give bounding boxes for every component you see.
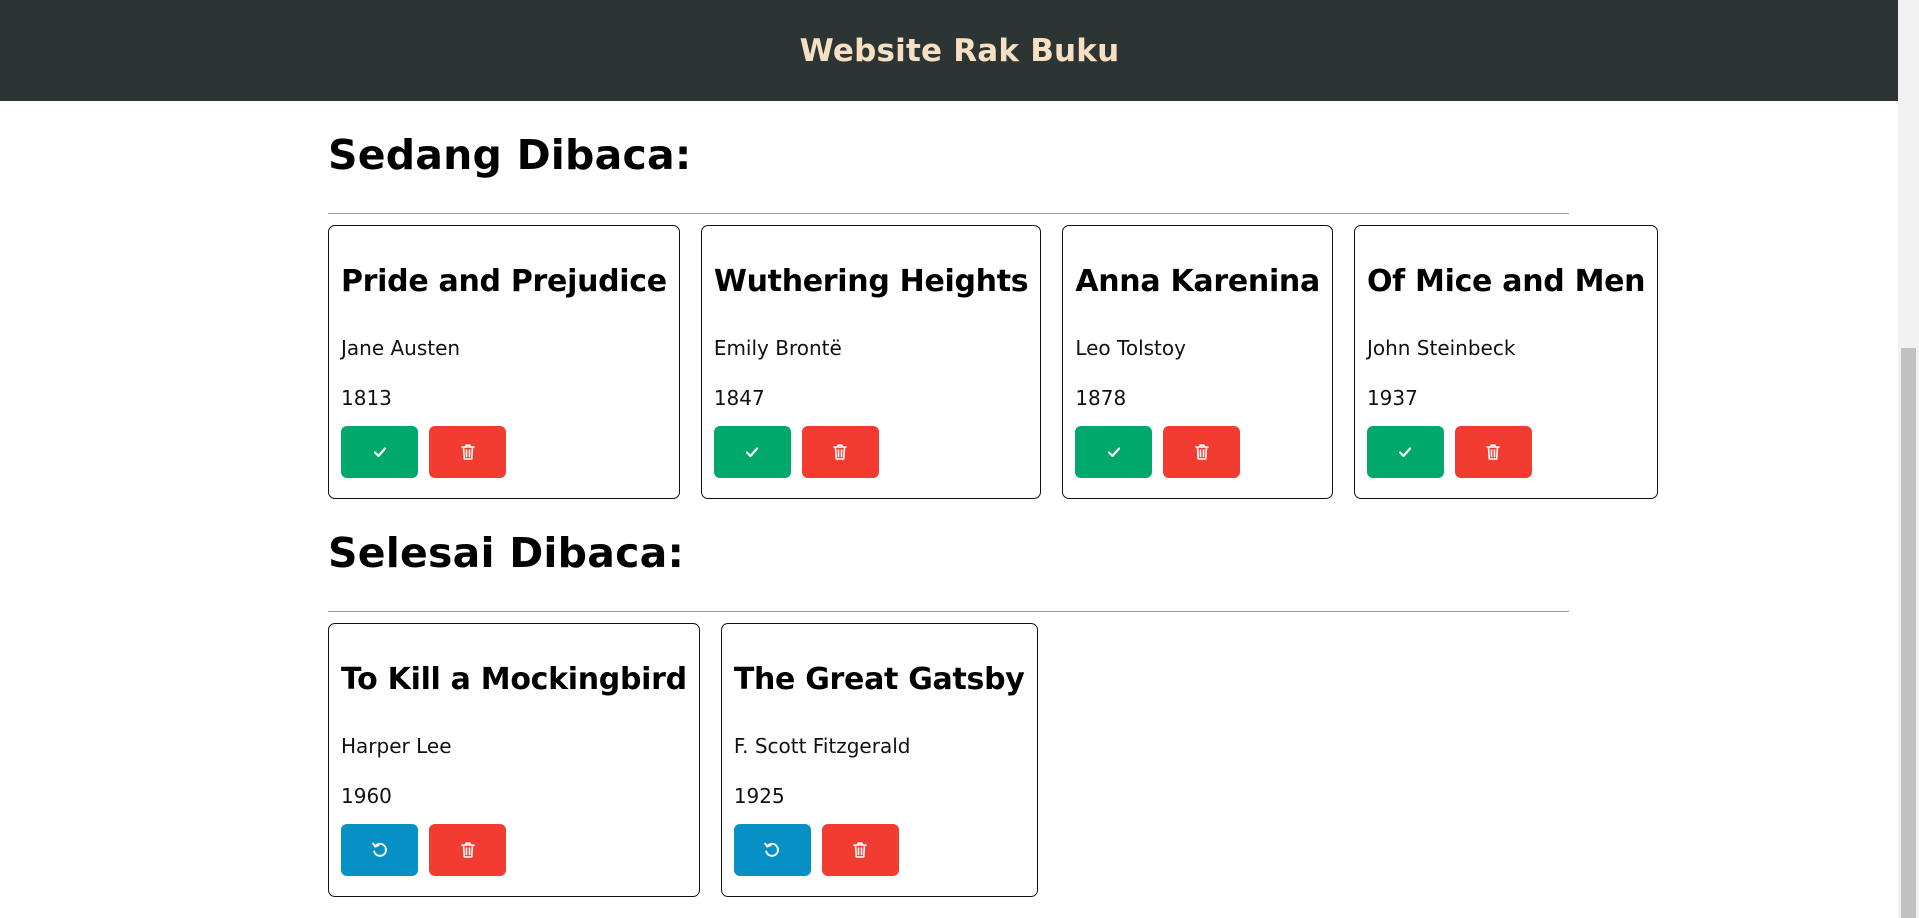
book-year: 1960 bbox=[341, 784, 392, 808]
book-title: Pride and Prejudice bbox=[341, 264, 667, 299]
book-year: 1813 bbox=[341, 386, 392, 410]
book-year: 1925 bbox=[733, 784, 785, 808]
mark-finished-button[interactable] bbox=[341, 426, 418, 478]
book-title: To Kill a Mockingbird bbox=[341, 662, 687, 697]
book-year: 1937 bbox=[1366, 386, 1418, 410]
finished-section: Selesai Dibaca: To Kill a Mockingbird Ha… bbox=[328, 499, 1569, 897]
reading-section: Sedang Dibaca: Pride and Prejudice Jane … bbox=[328, 101, 1659, 499]
book-title: Wuthering Heights bbox=[713, 264, 1029, 299]
check-icon bbox=[1399, 447, 1412, 458]
book-author: Emily Brontë bbox=[713, 336, 842, 360]
finished-shelf: To Kill a Mockingbird Harper Lee 1960 Th… bbox=[328, 623, 1569, 897]
check-icon bbox=[373, 447, 386, 458]
trash-icon bbox=[1486, 444, 1501, 460]
trash-icon bbox=[833, 444, 848, 460]
book-card: Of Mice and Men John Steinbeck 1937 bbox=[1353, 225, 1659, 499]
book-card: The Great Gatsby F. Scott Fitzgerald 192… bbox=[720, 623, 1038, 897]
trash-icon bbox=[460, 444, 475, 460]
page: Website Rak Buku Sedang Dibaca: Pride an… bbox=[0, 0, 1919, 918]
book-actions bbox=[733, 824, 1025, 876]
book-title: Of Mice and Men bbox=[1366, 264, 1646, 299]
bookshelf: Sedang Dibaca: Pride and Prejudice Jane … bbox=[328, 101, 1659, 897]
book-card: Anna Karenina Leo Tolstoy 1878 bbox=[1062, 225, 1333, 499]
book-year: 1847 bbox=[713, 386, 765, 410]
book-actions bbox=[713, 426, 1029, 478]
book-author: John Steinbeck bbox=[1366, 336, 1516, 360]
trash-icon bbox=[460, 842, 475, 858]
site-header: Website Rak Buku bbox=[0, 0, 1919, 101]
mark-finished-button[interactable] bbox=[1366, 426, 1444, 478]
book-author: Jane Austen bbox=[341, 336, 461, 360]
trash-icon bbox=[853, 842, 868, 858]
book-actions bbox=[341, 426, 667, 478]
trash-icon bbox=[1195, 444, 1209, 460]
undo-icon bbox=[764, 842, 780, 857]
reading-section-title: Sedang Dibaca: bbox=[328, 131, 692, 179]
finished-section-title: Selesai Dibaca: bbox=[328, 529, 685, 577]
delete-book-button[interactable] bbox=[821, 824, 899, 876]
delete-book-button[interactable] bbox=[429, 426, 506, 478]
book-actions bbox=[1366, 426, 1645, 478]
mark-unfinished-button[interactable] bbox=[341, 824, 418, 876]
mark-finished-button[interactable] bbox=[713, 426, 791, 478]
book-author: Harper Lee bbox=[341, 734, 452, 758]
mark-finished-button[interactable] bbox=[1075, 426, 1153, 478]
site-title: Website Rak Buku bbox=[799, 32, 1120, 69]
check-icon bbox=[746, 447, 759, 458]
book-card: To Kill a Mockingbird Harper Lee 1960 bbox=[328, 623, 700, 897]
book-title: Anna Karenina bbox=[1075, 264, 1320, 299]
delete-book-button[interactable] bbox=[1454, 426, 1532, 478]
book-author: Leo Tolstoy bbox=[1075, 336, 1186, 360]
book-actions bbox=[341, 824, 687, 876]
section-divider bbox=[328, 213, 1569, 214]
book-year: 1878 bbox=[1075, 386, 1127, 410]
book-card: Wuthering Heights Emily Brontë 1847 bbox=[700, 225, 1042, 499]
undo-icon bbox=[371, 842, 387, 857]
book-title: The Great Gatsby bbox=[733, 662, 1025, 697]
delete-book-button[interactable] bbox=[801, 426, 879, 478]
check-icon bbox=[1107, 447, 1120, 458]
book-actions bbox=[1075, 426, 1320, 478]
book-card: Pride and Prejudice Jane Austen 1813 bbox=[328, 225, 680, 499]
vertical-scrollbar[interactable] bbox=[1898, 0, 1919, 918]
delete-book-button[interactable] bbox=[1163, 426, 1241, 478]
mark-unfinished-button[interactable] bbox=[733, 824, 811, 876]
reading-shelf: Pride and Prejudice Jane Austen 1813 Wut… bbox=[328, 225, 1659, 499]
scrollbar-thumb[interactable] bbox=[1901, 348, 1916, 918]
delete-book-button[interactable] bbox=[429, 824, 506, 876]
book-author: F. Scott Fitzgerald bbox=[733, 734, 911, 758]
section-divider bbox=[328, 611, 1569, 612]
